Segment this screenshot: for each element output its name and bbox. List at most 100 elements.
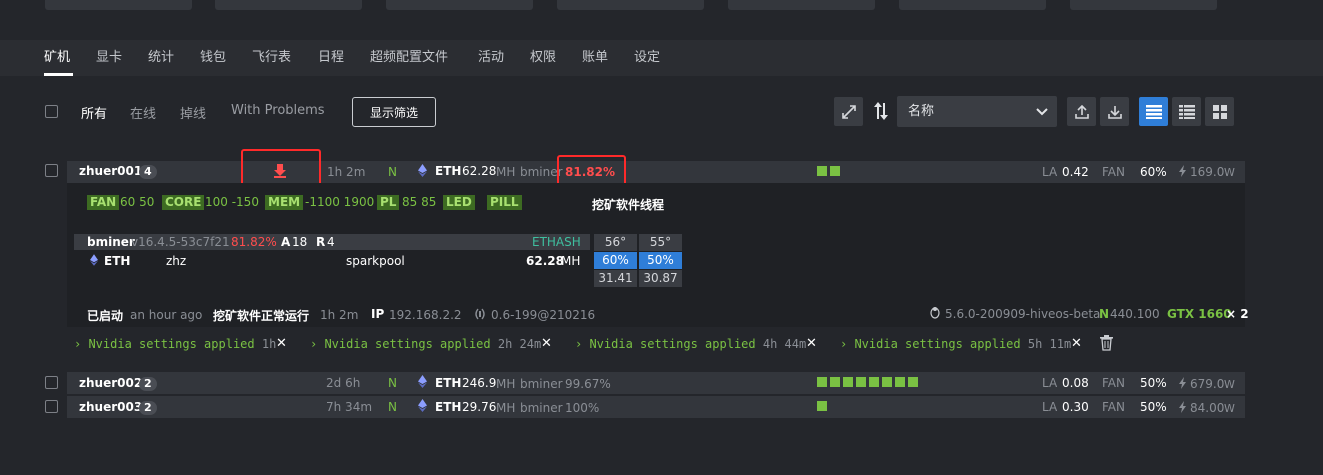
tab-oc-profiles[interactable]: 超频配置文件 <box>370 46 448 65</box>
power-value: 169.0 <box>1190 165 1225 179</box>
download-button[interactable] <box>1100 97 1129 126</box>
gpu-status-bar <box>882 377 892 387</box>
top-card[interactable] <box>1070 0 1217 10</box>
miner-hashrate: 62.28 <box>526 254 564 268</box>
agent-version: 0.6-199@210216 <box>491 308 596 322</box>
hashrate-unit: MH <box>496 165 516 179</box>
expand-button[interactable] <box>834 97 863 126</box>
tab-stats[interactable]: 统计 <box>148 46 174 65</box>
close-notification-icon[interactable]: ✕ <box>806 336 817 351</box>
gpu-status-bar <box>869 377 879 387</box>
tab-flight-sheets[interactable]: 飞行表 <box>252 46 291 65</box>
tab-wallets[interactable]: 钱包 <box>200 46 226 65</box>
upload-icon <box>1074 104 1089 119</box>
power-unit: W <box>1224 166 1235 179</box>
show-filters-button[interactable]: 显示筛选 <box>352 97 436 127</box>
wallet-name: zhz <box>166 254 187 268</box>
hashrate: 246.9 <box>462 376 497 390</box>
close-notification-icon[interactable]: ✕ <box>541 336 552 351</box>
miner-coin: ETH <box>104 254 131 268</box>
tab-settings[interactable]: 设定 <box>634 46 660 65</box>
sort-select-value: 名称 <box>908 104 935 119</box>
worker-name[interactable]: zhuer003 <box>79 400 142 414</box>
ip-address: 192.168.2.2 <box>389 308 462 322</box>
top-card[interactable] <box>728 0 875 10</box>
tab-activity[interactable]: 活动 <box>478 46 504 65</box>
fan-value: 50% <box>1140 376 1167 390</box>
gpu-fan: 50% <box>639 252 682 269</box>
filter-all[interactable]: 所有 <box>81 103 107 122</box>
oc-core-value: 100 -150 <box>205 195 259 209</box>
sort-direction-button[interactable] <box>873 100 889 125</box>
grid-view-button[interactable] <box>1205 97 1234 126</box>
agent-version-icon <box>474 308 486 323</box>
filter-offline[interactable]: 掉线 <box>180 103 206 122</box>
worker-name[interactable]: zhuer001 <box>79 164 142 178</box>
list-icon <box>1145 104 1162 119</box>
gpu-hashrate: 30.87 <box>639 270 682 287</box>
gpu-status-bar <box>830 166 840 176</box>
gpu-count-badge: 4 <box>139 165 157 179</box>
worker-checkbox[interactable] <box>45 400 58 413</box>
oc-mem-tag: MEM <box>265 195 304 210</box>
os-version: 5.6.0-200909-hiveos-beta <box>945 307 1101 321</box>
tab-access[interactable]: 权限 <box>530 46 556 65</box>
gpu-status-bar <box>856 377 866 387</box>
miner-name: bminer <box>87 235 135 249</box>
compact-view-button[interactable] <box>1172 97 1201 126</box>
top-card[interactable] <box>899 0 1046 10</box>
uptime: 2d 6h <box>326 376 361 390</box>
expand-icon <box>841 104 856 119</box>
top-card[interactable] <box>386 0 533 10</box>
la-label: LA <box>1042 376 1058 390</box>
oc-pill-tag: PILL <box>487 195 522 210</box>
nvidia-tag: N <box>388 400 397 414</box>
top-card[interactable] <box>45 0 192 10</box>
active-tab-indicator <box>44 73 73 76</box>
gpu-count: × 2 <box>1226 307 1249 321</box>
power-value: 679.0 <box>1190 377 1225 391</box>
tab-billing[interactable]: 账单 <box>582 46 608 65</box>
notification: › Nvidia settings applied 1h <box>74 337 277 351</box>
worker-name[interactable]: zhuer002 <box>79 376 142 390</box>
top-card[interactable] <box>557 0 704 10</box>
oc-pl-tag: PL <box>377 195 400 210</box>
gpu-status-bar <box>817 401 827 411</box>
ethereum-icon <box>90 254 98 269</box>
accepted-label: A <box>281 235 291 249</box>
coin: ETH <box>435 400 462 414</box>
linux-icon <box>929 306 941 322</box>
nvidia-tag: N <box>388 376 397 390</box>
hashrate-unit: MH <box>496 401 516 415</box>
filter-online[interactable]: 在线 <box>130 103 156 122</box>
close-notification-icon[interactable]: ✕ <box>276 336 287 351</box>
coin: ETH <box>435 376 462 390</box>
select-all-checkbox[interactable] <box>45 105 58 118</box>
close-notification-icon[interactable]: ✕ <box>1071 336 1082 351</box>
sort-select[interactable]: 名称 <box>897 96 1057 127</box>
tab-schedule[interactable]: 日程 <box>318 46 344 65</box>
tab-workers[interactable]: 矿机 <box>44 46 70 65</box>
upload-button[interactable] <box>1067 97 1096 126</box>
algorithm: ETHASH <box>532 235 581 249</box>
trash-icon[interactable] <box>1100 335 1113 354</box>
oc-fan-value: 60 50 <box>120 195 155 209</box>
la-label: LA <box>1042 165 1058 179</box>
tab-gpus[interactable]: 显卡 <box>96 46 122 65</box>
power-icon <box>1179 377 1186 392</box>
top-card[interactable] <box>215 0 362 10</box>
worker-checkbox[interactable] <box>45 376 58 389</box>
worker-checkbox[interactable] <box>45 164 58 177</box>
notification: › Nvidia settings applied 4h 44m <box>575 337 807 351</box>
filter-with-problems[interactable]: With Problems <box>231 103 325 118</box>
accepted-shares: 18 <box>292 235 308 249</box>
gpu-fan: 60% <box>594 252 637 269</box>
oc-core-tag: CORE <box>162 195 205 210</box>
gpu-status-bar <box>843 377 853 387</box>
gpu-model: GTX 1660 <box>1167 307 1232 321</box>
miner-name: bminer <box>520 377 563 391</box>
power-unit: W <box>1224 378 1235 391</box>
rejected-label: R <box>316 235 326 249</box>
list-view-button[interactable] <box>1139 97 1168 126</box>
gpu-status-bar <box>817 166 827 176</box>
